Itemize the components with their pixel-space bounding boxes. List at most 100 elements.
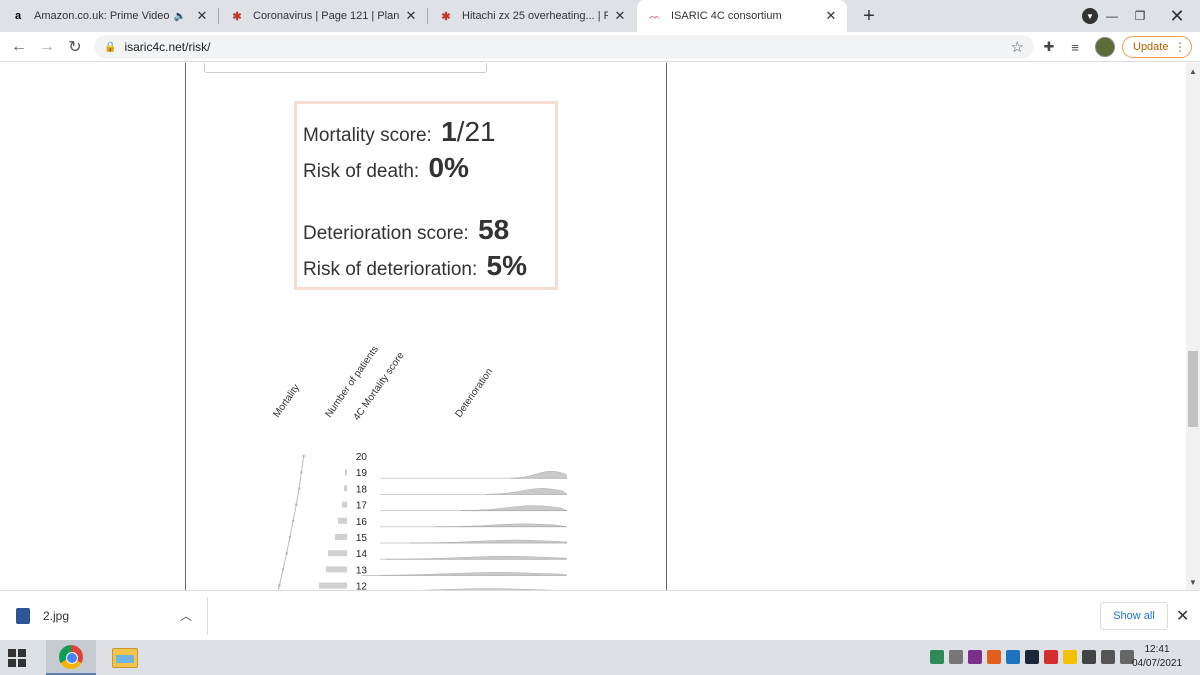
warning-icon[interactable] <box>1063 650 1077 664</box>
taskbar-file-explorer[interactable] <box>100 640 150 675</box>
mortality-point <box>278 584 281 587</box>
restore-icon[interactable]: ❐ <box>1126 0 1154 32</box>
wifi-icon[interactable] <box>1082 650 1096 664</box>
close-icon[interactable]: ✕ <box>194 8 210 24</box>
score-panel: Mortality score: 1/21 Risk of death: 0% … <box>294 101 558 290</box>
mortality-point <box>285 551 288 555</box>
clock-time: 12:41 <box>1144 644 1170 655</box>
mortality-score-tick-label: 12 <box>356 582 368 590</box>
close-icon[interactable]: ✕ <box>403 8 419 24</box>
plant-talk-icon: ✱ <box>441 10 451 23</box>
tab-title: Coronavirus | Page 121 | Plant Ta <box>253 10 399 22</box>
office-icon[interactable] <box>987 650 1001 664</box>
mortality-score-tick-label: 13 <box>356 565 368 576</box>
page-scrollbar[interactable]: ▲ ▼ <box>1186 63 1200 590</box>
download-filename[interactable]: 2.jpg <box>43 609 69 623</box>
deterioration-distribution <box>435 523 568 528</box>
back-icon[interactable]: ← <box>8 36 30 58</box>
gift-icon[interactable] <box>1044 650 1058 664</box>
mortality-point <box>295 503 298 506</box>
score-distribution-chart: Mortality Number of patients4C Mortality … <box>271 344 568 590</box>
mortality-score-max: /21 <box>456 116 496 147</box>
defender-icon[interactable] <box>930 650 944 664</box>
download-shelf: 2.jpg ︿ Show all ✕ <box>0 590 1200 640</box>
deterioration-score-row: Deterioration score: 58 <box>303 214 509 246</box>
steam-icon[interactable] <box>1025 650 1039 664</box>
battery-icon[interactable] <box>1101 650 1115 664</box>
tab-hitachi[interactable]: ✱ Hitachi zx 25 overheating... | Page ✕ <box>428 0 636 32</box>
mortality-point <box>297 487 301 490</box>
windows-taskbar: 12:41 04/07/2021 <box>0 640 1200 675</box>
extensions-icon[interactable]: ✚ <box>1040 38 1058 56</box>
taskbar-chrome[interactable] <box>46 640 96 675</box>
window-controls: — ❐ ✕ <box>1098 0 1200 32</box>
column-header: Number of patients <box>323 344 380 420</box>
mortality-score-tick-label: 17 <box>356 501 368 512</box>
deterioration-distribution <box>410 539 568 544</box>
risk-of-deterioration-label: Risk of deterioration: <box>303 259 478 280</box>
mortality-score-tick-label: 16 <box>356 517 368 528</box>
window-close-icon[interactable]: ✕ <box>1154 0 1200 32</box>
mortality-curve <box>277 455 305 590</box>
network-adapter-icon[interactable] <box>949 650 963 664</box>
mortality-score-tick-label: 14 <box>356 549 368 560</box>
tab-title: Hitachi zx 25 overheating... | Page <box>462 10 608 22</box>
avatar[interactable] <box>1095 37 1115 57</box>
update-button[interactable]: Update ⋮ <box>1122 36 1192 58</box>
chevron-up-icon[interactable]: ︿ <box>180 607 192 624</box>
mortality-score-row: Mortality score: 1/21 <box>303 116 496 148</box>
amazon-icon: a <box>14 10 22 22</box>
tab-title: ISARIC 4C consortium <box>671 10 782 22</box>
menu-dots-icon[interactable]: ⋮ <box>1174 40 1186 54</box>
bookmark-star-icon[interactable]: ☆ <box>1011 38 1024 56</box>
risk-of-deterioration-row: Risk of deterioration: 5% <box>303 250 527 282</box>
patient-count-bar <box>344 485 347 492</box>
reload-icon[interactable]: ↻ <box>64 36 86 58</box>
address-bar[interactable]: 🔒 isaric4c.net/risk/ ☆ <box>94 35 1034 59</box>
deterioration-score-value: 58 <box>478 214 510 245</box>
deterioration-distribution <box>460 505 568 511</box>
mortality-score-tick-label: 15 <box>356 533 368 544</box>
onenote-icon[interactable] <box>968 650 982 664</box>
close-icon[interactable]: ✕ <box>823 8 839 24</box>
speaker-icon[interactable]: 🔈 <box>174 11 186 22</box>
scroll-up-icon[interactable]: ▲ <box>1186 65 1200 77</box>
right-panel-border <box>666 63 667 590</box>
deterioration-distribution <box>510 470 568 479</box>
plant-talk-icon: ✱ <box>232 10 242 23</box>
form-box-bottom <box>204 63 487 73</box>
browser-toolbar: ← → ↻ 🔒 isaric4c.net/risk/ ☆ ✚ ≡ Update … <box>0 32 1200 62</box>
mortality-point <box>281 568 285 571</box>
mortality-point <box>291 519 295 523</box>
patient-count-bar <box>342 501 347 508</box>
mortality-point <box>302 454 305 458</box>
mortality-score-label: Mortality score: <box>303 125 432 146</box>
scroll-thumb[interactable] <box>1188 351 1198 427</box>
close-icon[interactable]: ✕ <box>1176 606 1189 626</box>
close-icon[interactable]: ✕ <box>612 8 628 24</box>
tab-strip: a Amazon.co.uk: Prime Video 🔈 ✕ ✱ Corona… <box>0 0 1200 32</box>
bluetooth-icon[interactable] <box>1006 650 1020 664</box>
column-header: Deterioration <box>453 367 495 420</box>
show-all-button[interactable]: Show all <box>1100 602 1168 630</box>
mortality-score-tick-label: 19 <box>356 468 368 479</box>
folder-icon <box>112 647 138 668</box>
minimize-icon[interactable]: — <box>1098 0 1126 32</box>
tab-plant-talk[interactable]: ✱ Coronavirus | Page 121 | Plant Ta ✕ <box>219 0 427 32</box>
mortality-score-tick-label: 18 <box>356 484 368 495</box>
new-tab-button[interactable]: + <box>857 4 881 28</box>
tab-amazon[interactable]: a Amazon.co.uk: Prime Video 🔈 ✕ <box>0 0 218 32</box>
lock-icon[interactable]: 🔒 <box>104 42 116 53</box>
reading-list-icon[interactable]: ≡ <box>1066 38 1084 56</box>
mortality-point <box>288 535 292 539</box>
mortality-point <box>300 470 303 474</box>
tab-isaric[interactable]: ᨓ ISARIC 4C consortium ✕ <box>637 0 847 32</box>
tab-search-icon[interactable]: ▼ <box>1082 8 1098 24</box>
windows-start-icon[interactable] <box>8 649 26 667</box>
isaric-icon: ᨓ <box>649 10 661 21</box>
forward-icon[interactable]: → <box>36 36 58 58</box>
system-clock[interactable]: 12:41 04/07/2021 <box>1128 643 1186 671</box>
patient-count-bar <box>328 550 347 557</box>
scroll-down-icon[interactable]: ▼ <box>1186 576 1200 588</box>
patient-count-bar <box>326 566 347 573</box>
